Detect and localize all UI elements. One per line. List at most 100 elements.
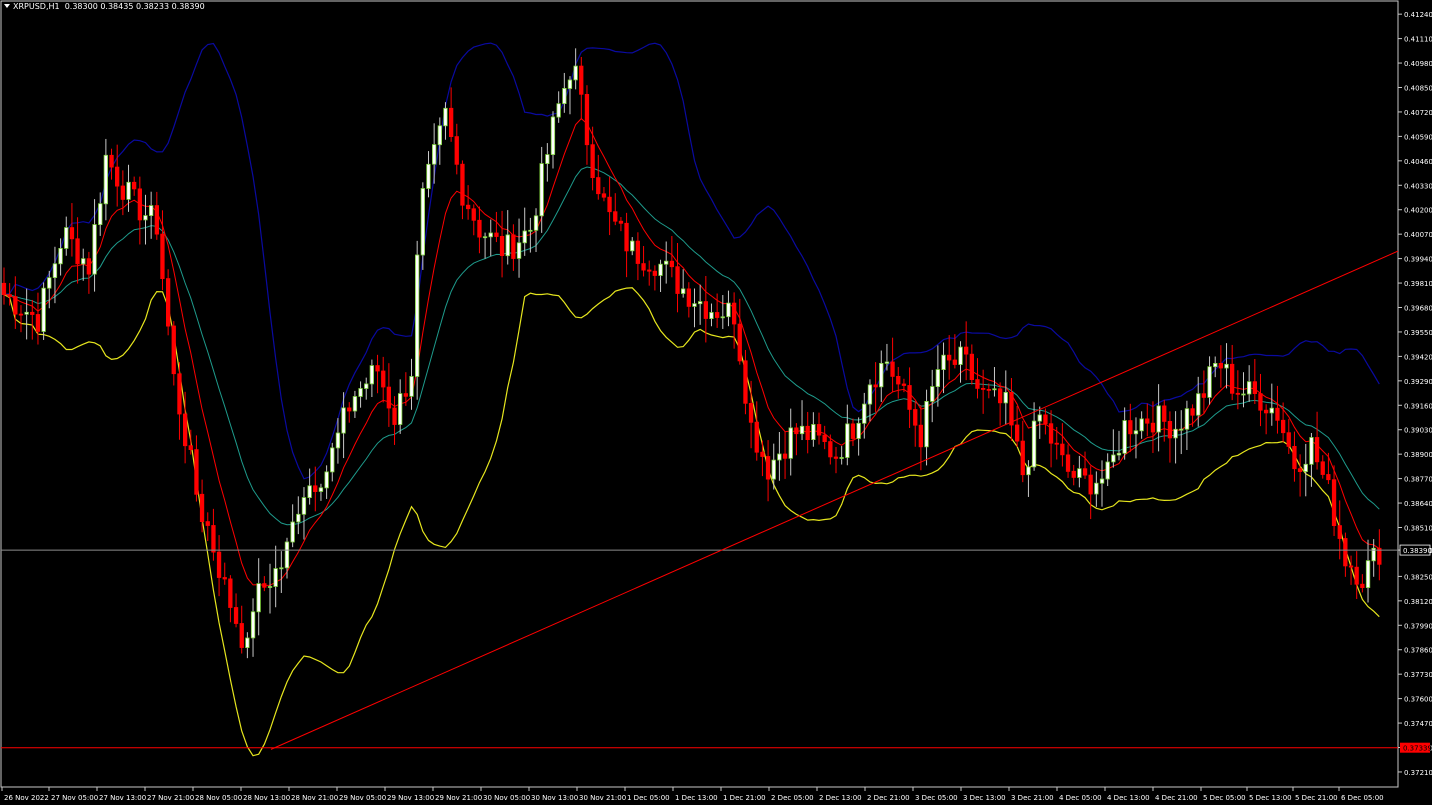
candle-body bbox=[1337, 525, 1342, 539]
candle-body bbox=[1099, 478, 1105, 484]
candle-body bbox=[788, 427, 793, 459]
candle-body bbox=[1326, 474, 1331, 481]
candle-body bbox=[1303, 463, 1308, 472]
y-tick-label: 0.40720 bbox=[1404, 109, 1432, 117]
candle-body bbox=[1054, 442, 1059, 445]
candle-body bbox=[1309, 437, 1314, 465]
y-tick-label: 0.40850 bbox=[1404, 84, 1432, 92]
candle-body bbox=[1360, 583, 1365, 589]
support-price-tag[interactable]: 0.37339 bbox=[1400, 742, 1432, 753]
candle-body bbox=[511, 234, 516, 259]
x-tick-label: 29 Nov 21:00 bbox=[435, 794, 482, 802]
y-tick-label: 0.39550 bbox=[1404, 329, 1432, 337]
candle-body bbox=[884, 361, 890, 364]
candle-body bbox=[1150, 422, 1156, 433]
y-tick-label: 0.40330 bbox=[1404, 182, 1432, 190]
candle-body bbox=[1116, 452, 1122, 456]
candle-body bbox=[347, 407, 352, 412]
candle-body bbox=[290, 521, 295, 543]
candle-body bbox=[567, 79, 573, 89]
candle-body bbox=[930, 386, 935, 402]
y-tick-label: 0.39420 bbox=[1404, 353, 1432, 361]
candle-body bbox=[307, 485, 312, 498]
candle-body bbox=[1286, 432, 1291, 447]
candle-body bbox=[403, 393, 409, 397]
candle-body bbox=[13, 296, 18, 315]
candle-body bbox=[341, 407, 346, 434]
candle-body bbox=[1105, 461, 1110, 480]
candle-body bbox=[1297, 468, 1303, 473]
candle-body bbox=[98, 203, 103, 225]
x-tick-label: 1 Dec 13:00 bbox=[675, 794, 718, 802]
candle-body bbox=[1365, 560, 1371, 589]
candle-body bbox=[81, 258, 86, 265]
x-tick-label: 4 Dec 21:00 bbox=[1155, 794, 1198, 802]
candle-body bbox=[935, 369, 940, 388]
candle-body bbox=[279, 567, 284, 570]
candle-body bbox=[1020, 440, 1025, 476]
candle-body bbox=[18, 313, 24, 316]
candle-body bbox=[748, 402, 754, 423]
candle-body bbox=[522, 230, 527, 244]
candle-body bbox=[1275, 407, 1280, 421]
candle-body bbox=[131, 181, 137, 190]
x-tick-label: 28 Nov 21:00 bbox=[291, 794, 338, 802]
candle-body bbox=[562, 88, 567, 105]
y-tick-label: 0.39160 bbox=[1404, 402, 1432, 410]
candle-body bbox=[924, 400, 929, 448]
candle-body bbox=[624, 222, 629, 252]
candle-body bbox=[1213, 362, 1218, 368]
candle-body bbox=[1060, 443, 1065, 456]
candle-body bbox=[165, 278, 171, 327]
candle-body bbox=[443, 107, 448, 127]
candle-body bbox=[839, 457, 844, 459]
candle-body bbox=[726, 302, 731, 318]
candle bbox=[414, 240, 420, 400]
candle-body bbox=[1184, 408, 1190, 430]
candle-body bbox=[743, 360, 748, 404]
chevron-down-icon[interactable] bbox=[4, 4, 10, 8]
candle-body bbox=[24, 311, 29, 315]
y-tick-label: 0.40590 bbox=[1404, 133, 1432, 141]
candle-body bbox=[256, 583, 261, 613]
candle-body bbox=[1207, 366, 1212, 398]
candle-body bbox=[833, 456, 839, 459]
y-tick-label: 0.39810 bbox=[1404, 280, 1432, 288]
candle-body bbox=[579, 65, 584, 95]
candle-body bbox=[194, 449, 199, 495]
candle-body bbox=[1133, 430, 1139, 435]
x-tick-label: 1 Dec 21:00 bbox=[723, 794, 766, 802]
candle-body bbox=[947, 354, 952, 361]
candle-body bbox=[664, 260, 669, 265]
bid-price-tag[interactable]: 0.38390 bbox=[1399, 544, 1432, 556]
candle-body bbox=[528, 229, 533, 232]
candle-body bbox=[1173, 428, 1178, 439]
candle-body bbox=[1230, 363, 1235, 394]
y-tick-label: 0.37990 bbox=[1404, 622, 1432, 630]
candle-body bbox=[267, 586, 273, 588]
candle-body bbox=[1281, 419, 1286, 434]
candle-body bbox=[35, 314, 41, 332]
candle-body bbox=[154, 205, 160, 235]
chart-background bbox=[0, 0, 1432, 805]
x-tick-label: 30 Nov 13:00 bbox=[531, 794, 578, 802]
x-tick-label: 3 Dec 21:00 bbox=[1011, 794, 1054, 802]
candle-body bbox=[364, 383, 369, 389]
candle-body bbox=[1139, 418, 1144, 432]
y-tick-label: 0.37860 bbox=[1404, 647, 1432, 655]
price-chart[interactable]: 0.41240 0.41110 0.40980 0.40850 0.40720 0.405… bbox=[0, 0, 1432, 805]
candle-body bbox=[539, 163, 544, 217]
candle-body bbox=[92, 224, 97, 275]
candle-body bbox=[1003, 391, 1008, 404]
x-tick-label: 28 Nov 13:00 bbox=[243, 794, 290, 802]
candle-body bbox=[828, 441, 833, 458]
candle-body bbox=[41, 287, 46, 332]
candle-body bbox=[160, 233, 165, 280]
candle-body bbox=[505, 234, 510, 257]
candle-body bbox=[454, 136, 459, 165]
candle-body bbox=[273, 568, 278, 587]
candle-body bbox=[358, 388, 363, 397]
candle-body bbox=[669, 260, 674, 268]
candle-body bbox=[975, 379, 980, 389]
candle-body bbox=[397, 393, 403, 425]
